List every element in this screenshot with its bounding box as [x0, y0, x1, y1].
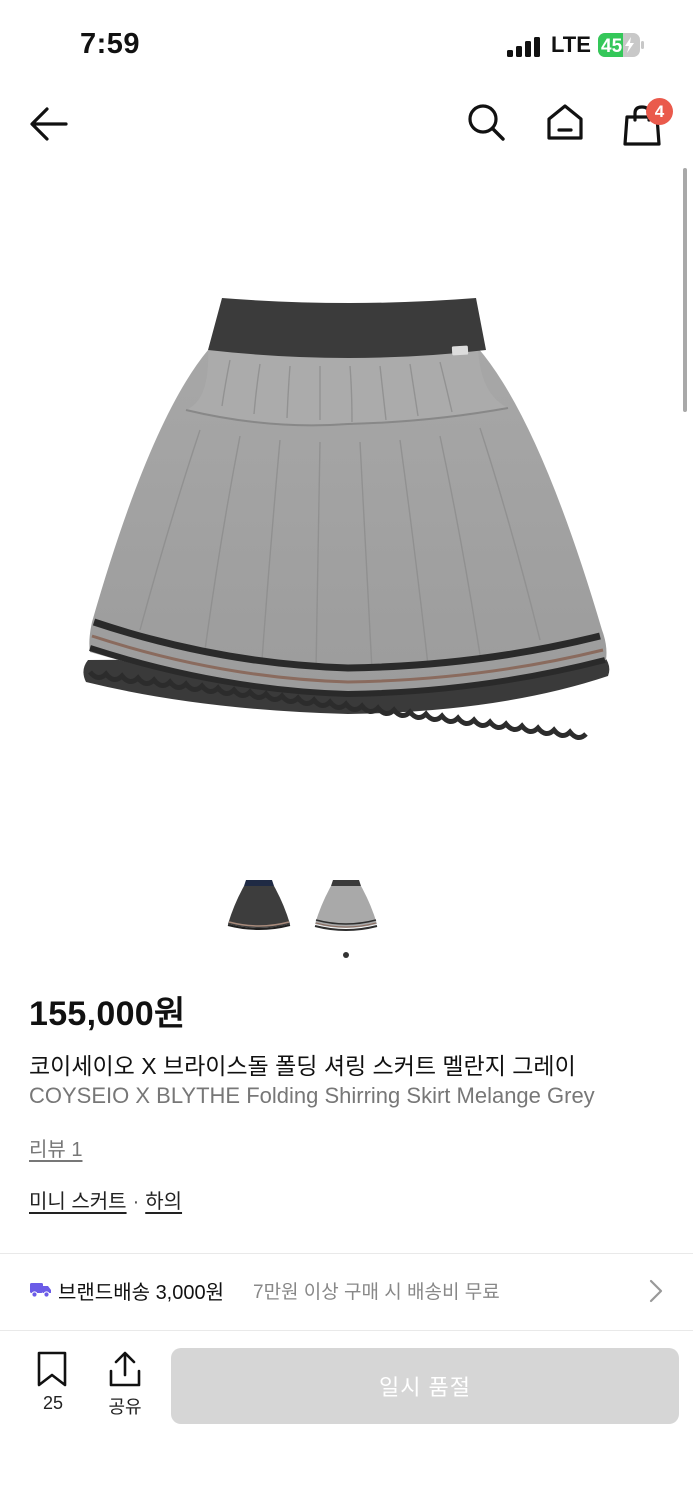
network-type: LTE — [551, 32, 591, 57]
battery-level: 45 — [601, 36, 623, 57]
cellular-signal-icon — [507, 37, 540, 57]
cart-button[interactable]: 4 — [622, 98, 674, 148]
bookmark-icon — [37, 1351, 67, 1387]
shipping-type: 브랜드배송 — [58, 1282, 150, 1304]
bottom-action-bar: 25 공유 일시 품절 — [0, 1331, 693, 1441]
product-main-image[interactable] — [0, 160, 693, 850]
category-link-mini-skirt[interactable]: 미니 스커트 — [29, 1191, 127, 1213]
home-icon[interactable] — [545, 102, 585, 142]
top-nav-bar: 4 — [0, 90, 693, 158]
shipping-label: 브랜드배송 3,000원 — [58, 1276, 224, 1305]
status-bar: 7:59 LTE 45 — [0, 0, 693, 90]
category-breadcrumb: 미니 스커트 · 하의 — [29, 1185, 182, 1214]
back-arrow-icon[interactable] — [28, 104, 70, 144]
share-icon — [109, 1351, 141, 1387]
category-separator: · — [132, 1191, 140, 1213]
wishlist-button[interactable]: 25 — [30, 1351, 76, 1417]
sold-out-button[interactable]: 일시 품절 — [171, 1348, 679, 1424]
share-label: 공유 — [108, 1397, 142, 1417]
status-time: 7:59 — [80, 28, 141, 60]
cart-count-badge: 4 — [646, 98, 673, 125]
grey-skirt-thumbnail[interactable] — [311, 874, 381, 934]
shipping-info-row[interactable]: 브랜드배송 3,000원 7만원 이상 구매 시 배송비 무료 — [0, 1254, 693, 1330]
chevron-right-icon — [649, 1279, 663, 1303]
review-link[interactable]: 리뷰 1 — [29, 1133, 82, 1162]
battery-icon: 45 — [598, 33, 644, 57]
category-link-bottoms[interactable]: 하의 — [145, 1191, 182, 1213]
wishlist-count: 25 — [42, 1393, 64, 1413]
search-icon[interactable] — [466, 102, 506, 142]
share-button[interactable]: 공유 — [102, 1351, 148, 1417]
thumbnail-strip — [0, 874, 693, 934]
product-price: 155,000원 — [29, 995, 186, 1033]
truck-icon — [30, 1283, 51, 1298]
image-page-indicator — [343, 952, 349, 958]
free-shipping-note: 7만원 이상 구매 시 배송비 무료 — [253, 1282, 500, 1303]
product-name-korean: 코이세이오 X 브라이스돌 폴딩 셔링 스커트 멜란지 그레이 — [29, 1053, 576, 1079]
charcoal-skirt-thumbnail[interactable] — [224, 874, 294, 934]
shipping-fee: 3,000원 — [155, 1282, 225, 1304]
product-name-english: COYSEIO X BLYTHE Folding Shirring Skirt … — [29, 1083, 595, 1108]
